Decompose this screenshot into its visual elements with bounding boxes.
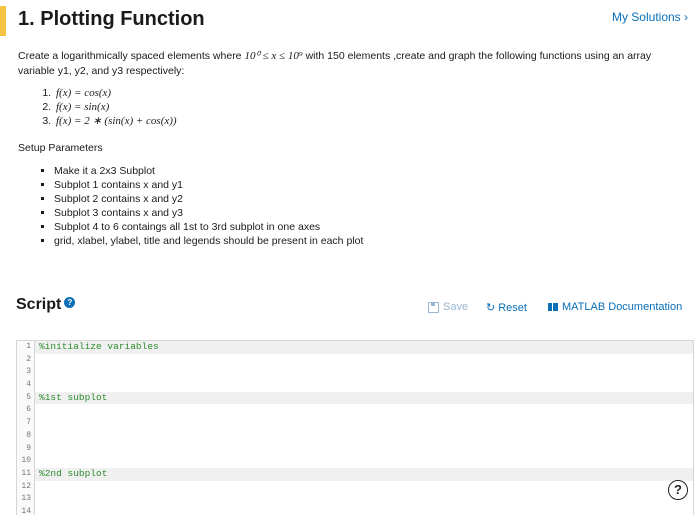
code-editor[interactable]: 1 %initialize variables 2 3 4 5 %1st subpl… [16, 340, 694, 515]
floating-help-icon[interactable]: ? [668, 480, 688, 500]
code-line[interactable]: 1 %initialize variables [17, 341, 693, 354]
help-icon[interactable]: ? [64, 297, 76, 309]
accent-bar [0, 6, 6, 36]
setup-title: Setup Parameters [18, 142, 103, 154]
range-math: 10⁰ ≤ x ≤ 10⁹ [244, 50, 303, 62]
save-icon [428, 301, 439, 313]
code-line[interactable]: 7 [17, 417, 693, 430]
reset-button[interactable]: ↻ Reset [486, 301, 527, 315]
list-item: Make it a 2x3 Subplot [54, 164, 363, 178]
setup-list: Make it a 2x3 Subplot Subplot 1 contains… [40, 164, 363, 248]
code-line[interactable]: 13 [17, 493, 693, 506]
list-item: f(x) = sin(x) [54, 100, 177, 114]
page-title: 1. Plotting Function [18, 8, 205, 30]
reset-icon: ↻ [486, 302, 496, 314]
problem-description: Create a logarithmically spaced elements… [18, 50, 652, 77]
code-line[interactable]: 9 [17, 442, 693, 456]
code-line[interactable]: 8 [17, 429, 693, 443]
code-line[interactable]: 6 [17, 404, 693, 418]
book-icon [548, 303, 558, 311]
function-list: f(x) = cos(x) f(x) = sin(x) f(x) = 2 ∗ (… [40, 86, 177, 128]
code-line[interactable]: 12 [17, 480, 693, 494]
code-line[interactable]: 5 %1st subplot [17, 391, 693, 405]
list-item: Subplot 1 contains x and y1 [54, 178, 363, 192]
code-line[interactable]: 3 [17, 366, 693, 380]
code-line[interactable]: 4 [17, 379, 693, 392]
code-line[interactable]: 11 %2nd subplot [17, 467, 693, 481]
code-line[interactable]: 2 [17, 353, 693, 367]
my-solutions-link[interactable]: My Solutions › [612, 10, 688, 24]
code-line[interactable]: 10 [17, 455, 693, 468]
list-item: f(x) = 2 ∗ (sin(x) + cos(x)) [54, 114, 177, 128]
matlab-documentation-link[interactable]: MATLAB Documentation [548, 301, 682, 313]
list-item: Subplot 2 contains x and y2 [54, 192, 363, 206]
list-item: f(x) = cos(x) [54, 86, 177, 100]
list-item: grid, xlabel, ylabel, title and legends … [54, 234, 363, 248]
list-item: Subplot 4 to 6 contaings all 1st to 3rd … [54, 220, 363, 234]
list-item: Subplot 3 contains x and y3 [54, 206, 363, 220]
script-title: Script? [16, 296, 76, 314]
save-button[interactable]: Save [428, 301, 468, 313]
